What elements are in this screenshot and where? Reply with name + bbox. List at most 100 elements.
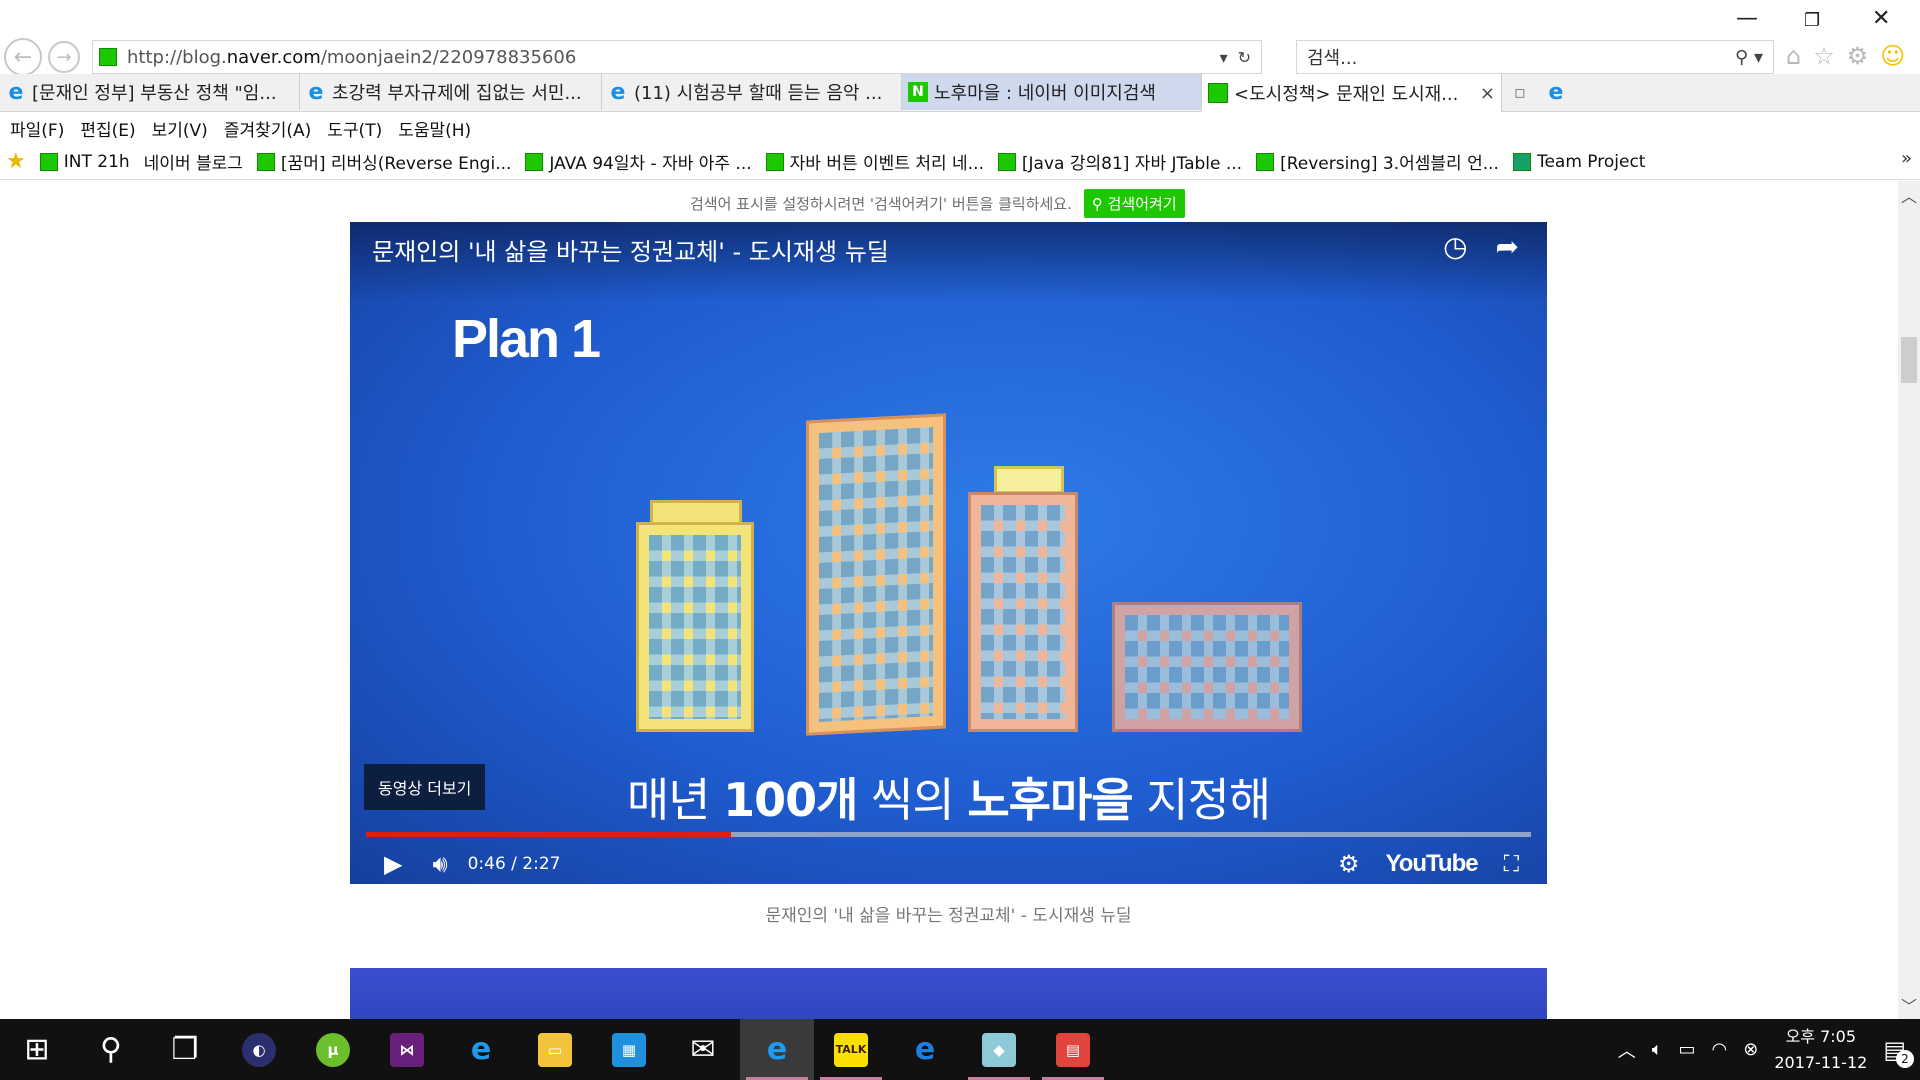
menu-help[interactable]: 도움말(H)	[398, 116, 471, 141]
play-icon[interactable]: ▶	[384, 850, 402, 878]
favorite-item[interactable]: INT 21h	[39, 152, 130, 172]
notification-icon[interactable]: ▤ 2	[1883, 1036, 1914, 1068]
video-time: 0:46 / 2:27	[467, 854, 561, 874]
favorite-item[interactable]: Team Project	[1512, 152, 1645, 172]
tab-5-active[interactable]: <도시정책> 문재인 도시재... ×	[1202, 74, 1502, 112]
url-text[interactable]: http://blog.naver.com/moonjaein2/2209788…	[127, 47, 1220, 68]
chevron-up-icon[interactable]: ︿	[1618, 1037, 1636, 1063]
settings-gear-icon[interactable]: ⚙	[1338, 850, 1360, 878]
kakaotalk-icon: TALK	[834, 1032, 868, 1067]
store-taskbar-icon[interactable]: ▦	[592, 1019, 666, 1080]
new-tab-button[interactable]: ▫	[1502, 74, 1538, 110]
youtube-logo[interactable]: YouTube	[1386, 850, 1479, 878]
network-error-icon[interactable]: ⊗	[1743, 1039, 1758, 1060]
vertical-scrollbar[interactable]: ︿ ﹀	[1898, 181, 1920, 1019]
clock[interactable]: 오후 7:05 2017-11-12	[1774, 1024, 1867, 1076]
chevron-more-icon[interactable]: »	[1901, 148, 1912, 169]
folder-icon: ▭	[538, 1032, 572, 1067]
next-video-preview[interactable]	[350, 968, 1547, 1019]
visual-studio-taskbar-icon[interactable]: ⋈	[370, 1019, 444, 1080]
video-progress-fill	[366, 832, 731, 837]
building-illustration	[806, 413, 946, 736]
eclipse-taskbar-icon[interactable]: ◐	[222, 1019, 296, 1080]
video-caption: 문재인의 '내 삶을 바꾸는 정권교체' - 도시재생 뉴딜	[765, 906, 1132, 926]
favorites-bar: ★ INT 21h 네이버 블로그 [꿈머] 리버싱(Reverse Engi.…	[0, 144, 1920, 180]
edge-taskbar-icon[interactable]: e	[888, 1019, 962, 1080]
mail-icon: ✉	[690, 1032, 716, 1067]
battery-icon[interactable]: ▭	[1679, 1039, 1696, 1060]
back-button[interactable]: ←	[4, 38, 42, 76]
menu-bar: 파일(F) 편집(E) 보기(V) 즐겨찾기(A) 도구(T) 도움말(H)	[0, 112, 1920, 144]
favorites-star-icon[interactable]: ☆	[1813, 42, 1835, 70]
ie-icon: e	[610, 79, 626, 105]
building-illustration	[968, 492, 1078, 732]
tab-close-icon[interactable]: ×	[1470, 83, 1495, 104]
video-top-icons: ◷ ➦	[1443, 230, 1519, 263]
scroll-up-icon[interactable]: ︿	[1898, 183, 1920, 207]
site-favicon	[99, 48, 117, 66]
volume-icon[interactable]: 🔊︎	[432, 850, 447, 878]
favorite-item[interactable]: JAVA 94일차 - 자바 아주 ...	[525, 149, 752, 174]
minimize-button[interactable]: —	[1736, 6, 1758, 31]
refresh-icon[interactable]: ↻	[1238, 48, 1251, 67]
tab-2[interactable]: e 초강력 부자규제에 집없는 서민...	[300, 74, 602, 110]
video-controls: ▶ 🔊︎ 0:46 / 2:27 ⚙ YouTube ⛶	[350, 844, 1547, 884]
video-player[interactable]: 문재인의 '내 삶을 바꾸는 정권교체' - 도시재생 뉴딜 ◷ ➦ Plan …	[350, 222, 1547, 884]
favorites-star-icon[interactable]: ★	[6, 149, 26, 174]
blog-icon	[39, 152, 58, 171]
share-arrow-icon[interactable]: ➦	[1496, 230, 1519, 263]
video-progress-bar[interactable]	[366, 832, 1531, 837]
address-bar-row: ← → http://blog.naver.com/moonjaein2/220…	[0, 0, 1920, 76]
app-taskbar-icon[interactable]: ◆	[962, 1019, 1036, 1080]
ie-active-taskbar-icon[interactable]: e	[740, 1019, 814, 1080]
search-icon[interactable]: ⚲ ▾	[1735, 47, 1763, 68]
file-explorer-taskbar-icon[interactable]: ▭	[518, 1019, 592, 1080]
ie-new-tab-icon[interactable]: e	[1538, 74, 1574, 110]
forward-button[interactable]: →	[48, 41, 80, 73]
search-term-on-button[interactable]: ⚲ 검색어켜기	[1083, 189, 1185, 218]
search-taskbar-button[interactable]: ⚲	[74, 1019, 148, 1080]
ie-icon: e	[766, 1032, 788, 1067]
search-input[interactable]: 검색... ⚲ ▾	[1296, 40, 1774, 74]
favorite-item[interactable]: [꿈머] 리버싱(Reverse Engi...	[256, 149, 511, 174]
restore-button[interactable]: ❐	[1804, 10, 1820, 31]
favorite-item[interactable]: [Reversing] 3.어셈블리 언...	[1256, 149, 1499, 174]
fullscreen-icon[interactable]: ⛶	[1504, 852, 1519, 877]
system-tray: ︿ 🔈︎ ▭ ◠ ⊗ 오후 7:05 2017-11-12 ▤ 2	[1618, 1024, 1920, 1076]
favorite-item[interactable]: [Java 강의81] 자바 JTable ...	[997, 149, 1242, 174]
tab-1[interactable]: e [문재인 정부] 부동산 정책 "임...	[0, 74, 300, 110]
scroll-thumb[interactable]	[1901, 337, 1917, 383]
video-title[interactable]: 문재인의 '내 삶을 바꾸는 정권교체' - 도시재생 뉴딜	[372, 232, 889, 267]
windows-start-button[interactable]: ⊞	[0, 1019, 74, 1080]
menu-view[interactable]: 보기(V)	[152, 116, 208, 141]
tab-3[interactable]: e (11) 시험공부 할때 듣는 음악 ...	[602, 74, 902, 110]
gear-icon[interactable]: ⚙	[1847, 42, 1869, 70]
windows-logo-icon: ⊞	[24, 1032, 50, 1067]
feedback-smiley-icon[interactable]: ☺	[1880, 42, 1905, 70]
task-view-button[interactable]: ❐	[148, 1019, 222, 1080]
wifi-icon[interactable]: ◠	[1712, 1039, 1728, 1060]
ie-icon: e	[470, 1032, 492, 1067]
address-bar[interactable]: http://blog.naver.com/moonjaein2/2209788…	[92, 40, 1262, 74]
favorite-item[interactable]: 자바 버튼 이벤트 처리 네...	[765, 149, 984, 174]
blog-icon	[256, 152, 275, 171]
ie-taskbar-icon[interactable]: e	[444, 1019, 518, 1080]
menu-tools[interactable]: 도구(T)	[327, 116, 382, 141]
red-app-taskbar-icon[interactable]: ▤	[1036, 1019, 1110, 1080]
mail-taskbar-icon[interactable]: ✉	[666, 1019, 740, 1080]
kakaotalk-taskbar-icon[interactable]: TALK	[814, 1019, 888, 1080]
volume-icon[interactable]: 🔈︎	[1652, 1039, 1663, 1060]
watch-later-clock-icon[interactable]: ◷	[1443, 230, 1467, 263]
tab-4[interactable]: N 노후마을 : 네이버 이미지검색	[902, 74, 1202, 110]
menu-file[interactable]: 파일(F)	[10, 116, 64, 141]
menu-favorites[interactable]: 즐겨찾기(A)	[224, 116, 311, 141]
home-icon[interactable]: ⌂	[1786, 42, 1801, 70]
scroll-down-icon[interactable]: ﹀	[1898, 993, 1920, 1017]
utorrent-taskbar-icon[interactable]: µ	[296, 1019, 370, 1080]
close-button[interactable]: ✕	[1872, 6, 1890, 31]
taskbar: ⊞ ⚲ ❐ ◐ µ ⋈ e ▭ ▦ ✉ e TALK e ◆ ▤ ︿ 🔈︎ ▭ …	[0, 1019, 1920, 1080]
building-illustration	[636, 522, 754, 732]
favorite-item[interactable]: 네이버 블로그	[144, 149, 243, 174]
address-dropdown-icon[interactable]: ▾	[1220, 48, 1228, 67]
menu-edit[interactable]: 편집(E)	[80, 116, 135, 141]
